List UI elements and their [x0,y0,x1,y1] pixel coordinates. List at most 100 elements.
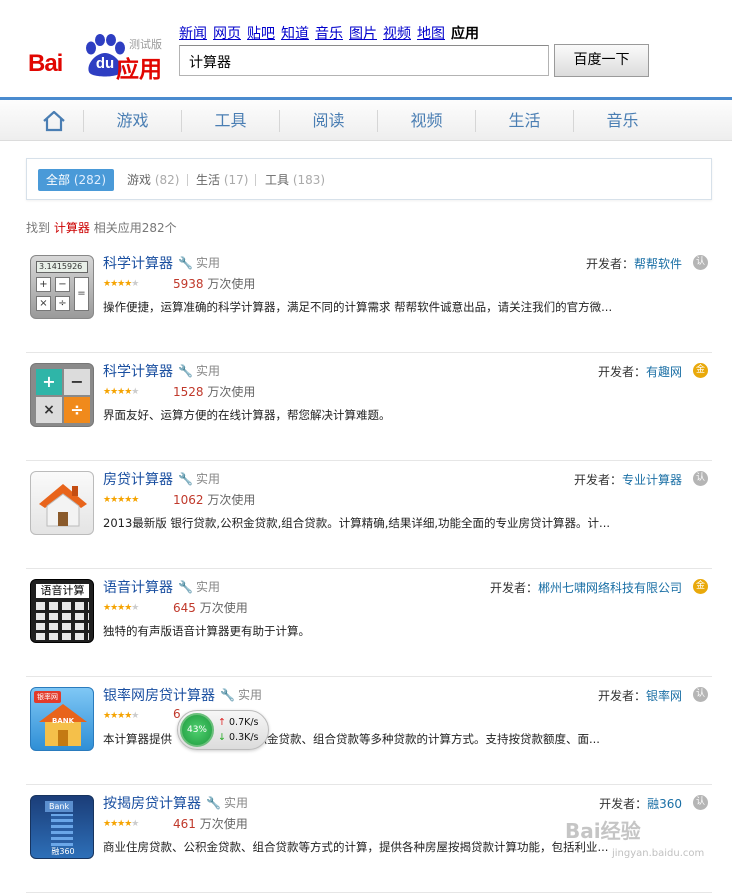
rating-stars: ★★★★★ [103,495,139,505]
nav-news[interactable]: 新闻 [179,23,207,43]
nav-music[interactable]: 音乐 [315,23,343,43]
filter-divider [255,174,256,186]
building-graphic [51,814,73,846]
nav-video[interactable]: 视频 [383,23,411,43]
developer-link[interactable]: 融360 [647,797,682,811]
found-suffix: 相关应用282个 [93,221,177,235]
home-icon[interactable] [41,109,67,133]
developer-label: 开发者： [597,689,646,703]
logo-yingyong: 应用 [116,57,162,83]
app-tag-label: 实用 [195,256,220,270]
app-tag-label: 实用 [195,472,220,486]
uses-count: 1528 [173,385,204,399]
app-uses: 1062 万次使用 [173,491,255,508]
cat-games[interactable]: 游戏 [84,100,181,141]
bank-house-icon[interactable]: 银率网 BANK [30,687,94,751]
developer: 开发者：郴州七啸网络科技有限公司 [490,579,682,596]
calc-display: 3.1415926 [36,261,88,273]
desc-part-2: 公积金贷款、组合贷款等多种贷款的计算方式。支持按贷款额度、面... [244,732,600,746]
nav-web[interactable]: 网页 [213,23,241,43]
cat-reading[interactable]: 阅读 [280,100,377,141]
top-nav: 新闻 网页 贴吧 知道 音乐 图片 视频 地图 应用 [179,23,479,43]
app-name[interactable]: 房贷计算器 [103,469,173,489]
filter-all-label: 全部 [46,173,71,187]
nav-zhidao[interactable]: 知道 [281,23,309,43]
colorful-calculator-icon[interactable]: + − × ÷ [30,363,94,427]
equals-key: = [74,277,89,311]
wrench-icon: 🔧 [220,688,235,702]
upload-value: 0.7K/s [229,717,259,728]
nav-tieba[interactable]: 贴吧 [247,23,275,43]
filter-all[interactable]: 全部 (282) [38,169,115,191]
app-uses: 1528 万次使用 [173,383,255,400]
filter-life-label: 生活 [196,173,221,187]
developer-link[interactable]: 帮帮软件 [634,257,682,271]
app-tag-label: 实用 [223,796,248,810]
cat-tools[interactable]: 工具 [182,100,279,141]
cat-life[interactable]: 生活 [476,100,573,141]
keypad-row-gap [36,620,89,623]
developer-label: 开发者： [597,365,646,379]
developer-link[interactable]: 有趣网 [646,365,682,379]
developer-link[interactable]: 专业计算器 [622,473,682,487]
app-item: + − × ÷ 科学计算器 🔧 实用 ★★★★★ 1528 万次使用 界面友好、运… [26,353,712,461]
times-key: × [36,296,51,311]
app-description: 操作便捷，运算准确的科学计算器，满足不同的计算需求 帮帮软件诚意出品，请关注我们… [103,300,613,314]
developer-label: 开发者： [585,257,634,271]
baidu-logo[interactable]: Bai du 应用 测试版 [28,32,168,83]
uses-unit: 万次使用 [207,385,256,399]
nav-images[interactable]: 图片 [349,23,377,43]
app-tag: 🔧 实用 [178,362,220,379]
developer-label: 开发者： [599,797,648,811]
found-keyword: 计算器 [53,221,90,235]
rating-stars: ★★★★★ [103,387,139,397]
nav-map[interactable]: 地图 [417,23,445,43]
beta-label: 测试版 [129,38,162,51]
network-speed-widget[interactable]: 43% ↑ 0.7K/s ↓ 0.3K/s [177,710,269,750]
minus-key: − [64,369,90,395]
search-button[interactable]: 百度一下 [554,44,649,77]
app-description: 2013最新版 银行贷款,公积金贷款,组合贷款。计算精确,结果详细,功能全面的专… [103,516,611,530]
cat-music[interactable]: 音乐 [574,100,671,141]
bank-label: BANK [51,717,75,725]
rong360-icon[interactable]: Bank 融360 [30,795,94,859]
uses-count: 461 [173,817,196,831]
download-value: 0.3K/s [229,732,259,743]
app-tag: 🔧 实用 [220,686,262,703]
speed-percent: 43% [180,713,214,747]
filter-games[interactable]: 游戏 (82) [127,169,179,191]
plus-key: + [36,369,62,395]
plus-key: + [36,277,51,292]
logo-bai: Bai [28,50,63,77]
category-bar: 游戏 工具 阅读 视频 生活 音乐 [0,97,732,141]
app-name[interactable]: 科学计算器 [103,361,173,381]
search-input[interactable]: 计算器 [179,45,549,76]
app-name[interactable]: 银率网房贷计算器 [103,685,215,705]
filter-games-count: (82) [154,173,180,187]
cat-video[interactable]: 视频 [378,100,475,141]
developer-label: 开发者： [489,581,538,595]
desc-part-1: 本计算器提供 [103,732,172,746]
app-description: 独特的有声版语音计算器更有助于计算。 [103,624,310,638]
voice-calculator-icon[interactable]: 语音计算 [30,579,94,643]
rating-stars: ★★★★★ [103,279,139,289]
filter-life-count: (17) [223,173,249,187]
developer-link[interactable]: 银率网 [646,689,682,703]
voice-calc-label: 语音计算 [36,584,89,598]
times-key: × [36,397,62,423]
filter-tools[interactable]: 工具 (183) [265,169,325,191]
developer-link[interactable]: 郴州七啸网络科技有限公司 [538,581,682,595]
app-name[interactable]: 按揭房贷计算器 [103,793,201,813]
gold-badge-icon: 金 [693,363,708,378]
filter-life[interactable]: 生活 (17) [196,169,248,191]
grey-badge-icon: 认 [693,687,708,702]
keypad-row-gap [36,630,89,633]
nav-apps[interactable]: 应用 [451,23,479,43]
app-name[interactable]: 科学计算器 [103,253,173,273]
house-icon[interactable] [30,471,94,535]
scientific-calculator-icon[interactable]: 3.1415926 + − × ÷ = [30,255,94,319]
app-name[interactable]: 语音计算器 [103,577,173,597]
wrench-icon: 🔧 [178,256,193,270]
found-prefix: 找到 [26,221,51,235]
developer-label: 开发者： [573,473,622,487]
